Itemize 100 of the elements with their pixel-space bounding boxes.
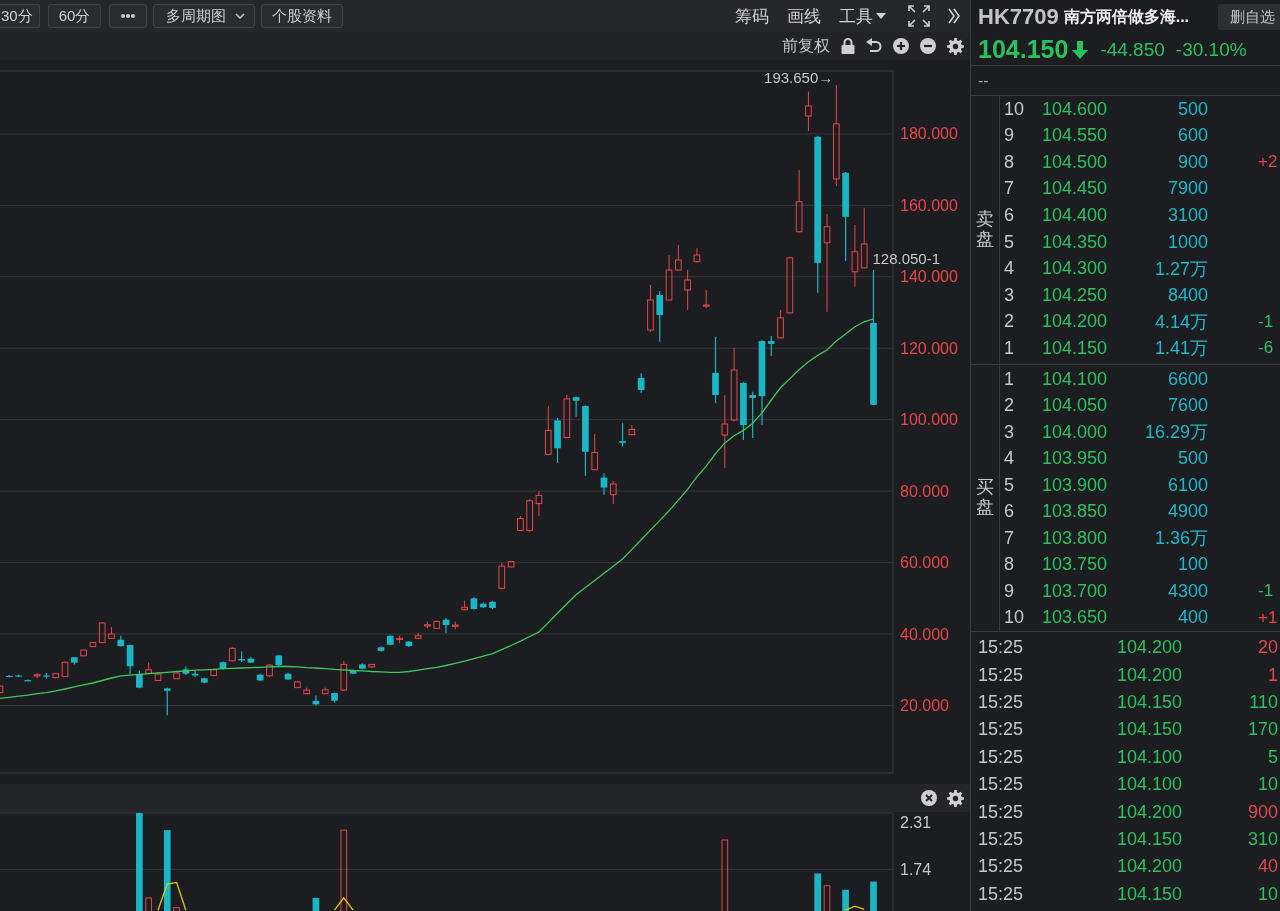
level-number: 10 <box>1003 607 1026 629</box>
menu-button[interactable]: 工具 <box>839 4 886 28</box>
volume-change: -6 <box>1258 338 1275 359</box>
curved-arrow-icon[interactable] <box>866 38 882 54</box>
order-volume: 4300 <box>1166 580 1208 602</box>
dropdown-button[interactable]: 多周期图 <box>153 4 256 28</box>
candlestick <box>675 244 682 272</box>
candlestick <box>0 684 4 694</box>
level-number: 6 <box>1003 204 1015 226</box>
volume-change: +1 <box>1258 607 1279 628</box>
side-label: 买盘 <box>976 478 994 518</box>
last-price: 104.150 <box>978 35 1069 64</box>
candlestick <box>275 654 283 667</box>
toolbar-button[interactable]: 个股资料 <box>261 4 344 28</box>
level-number: 3 <box>1003 284 1015 306</box>
ask-price: 104.150 <box>1042 337 1109 359</box>
trade-price: 104.200 <box>1117 664 1184 686</box>
trade-price: 104.150 <box>1117 883 1184 905</box>
trade-time: 15:25 <box>977 856 1025 878</box>
candlestick <box>637 372 645 394</box>
toolbar-item[interactable]: 筹码 <box>735 4 769 28</box>
remove-watchlist-button[interactable]: 删自选 <box>1218 4 1280 30</box>
axis-label: 100.000 <box>900 411 958 429</box>
trade-price: 104.200 <box>1117 637 1184 659</box>
level-number: 8 <box>1003 554 1015 576</box>
candlestick <box>359 662 366 670</box>
trade-volume: 1 <box>1267 664 1278 686</box>
toolbar-button[interactable]: 30分 <box>0 4 40 28</box>
trade-price: 104.150 <box>1117 691 1184 713</box>
candlestick <box>256 673 264 682</box>
lock-icon[interactable] <box>841 38 855 54</box>
trade-volume: 900 <box>1246 801 1278 823</box>
axis-label: 60.000 <box>900 554 949 572</box>
level-number: 7 <box>1003 527 1015 549</box>
level-number: 5 <box>1003 474 1015 496</box>
caret-icon <box>876 13 886 19</box>
order-volume: 6600 <box>1166 368 1208 390</box>
indicator-bar <box>842 889 849 911</box>
plus-circle-icon[interactable] <box>893 38 909 54</box>
level-number: 9 <box>1003 580 1015 602</box>
minus-circle-icon[interactable] <box>920 38 936 54</box>
candlestick <box>154 672 162 682</box>
toolbar-button[interactable]: 60分 <box>47 4 102 28</box>
order-volume: 600 <box>1176 125 1208 147</box>
trade-volume: 170 <box>1246 719 1278 741</box>
volume-change: -1 <box>1258 581 1275 602</box>
volume-change: -1 <box>1258 311 1275 332</box>
candlestick <box>693 247 701 263</box>
settings-icon[interactable] <box>947 37 964 55</box>
candlestick <box>71 656 78 665</box>
double-chevron-icon[interactable] <box>948 8 960 24</box>
more-button[interactable] <box>109 4 148 28</box>
trade-price: 104.200 <box>1117 801 1184 823</box>
price-change: -44.850 <box>1100 38 1165 61</box>
candlestick <box>145 662 152 675</box>
ask-price: 104.300 <box>1042 258 1109 280</box>
indicator-bar <box>870 881 877 911</box>
candlestick <box>424 621 431 629</box>
candlestick <box>108 626 115 640</box>
candlestick <box>489 600 496 610</box>
ask-price: 104.250 <box>1042 284 1109 306</box>
candlestick <box>331 692 338 704</box>
candlestick <box>396 635 403 644</box>
axis-label: 20.000 <box>900 697 949 714</box>
bid-price: 103.950 <box>1042 448 1109 470</box>
level-number: 9 <box>1003 125 1015 147</box>
trade-time: 15:25 <box>977 883 1025 905</box>
order-volume: 900 <box>1176 151 1208 173</box>
order-volume: 100 <box>1176 554 1208 576</box>
level-number: 3 <box>1003 421 1015 443</box>
axis-label: 2.31 <box>900 814 932 832</box>
trade-price: 104.100 <box>1117 746 1184 768</box>
axis-label: 40.000 <box>900 625 949 643</box>
candlestick <box>163 687 171 716</box>
candlestick <box>284 672 292 681</box>
bid-price: 103.800 <box>1042 527 1109 549</box>
candlestick <box>368 663 376 669</box>
close-icon[interactable] <box>921 790 937 806</box>
axis-label: 80.000 <box>900 482 949 500</box>
candlestick <box>544 405 552 456</box>
axis-label: 1.74 <box>900 860 932 878</box>
order-volume: 7600 <box>1166 395 1208 417</box>
candlestick <box>247 656 255 664</box>
side-label: 卖盘 <box>976 210 994 250</box>
fullscreen-icon[interactable] <box>908 5 930 27</box>
candlestick <box>684 269 691 311</box>
bid-price: 103.850 <box>1042 501 1109 523</box>
bid-price: 103.900 <box>1042 474 1109 496</box>
level-number: 2 <box>1003 395 1015 417</box>
toolbar-item[interactable]: 画线 <box>787 4 821 28</box>
toolbar-item[interactable]: 前复权 <box>782 35 830 57</box>
ask-price: 104.500 <box>1042 151 1109 173</box>
trade-time: 15:25 <box>977 691 1025 713</box>
price-marker-label: 128.050-1 <box>872 250 941 267</box>
settings-icon[interactable] <box>947 789 964 807</box>
indicator-bar <box>312 897 320 911</box>
order-volume: 500 <box>1176 98 1208 120</box>
order-volume: 1.41万 <box>1153 337 1208 361</box>
trade-time: 15:25 <box>977 774 1025 796</box>
indicator-bar <box>173 907 180 911</box>
